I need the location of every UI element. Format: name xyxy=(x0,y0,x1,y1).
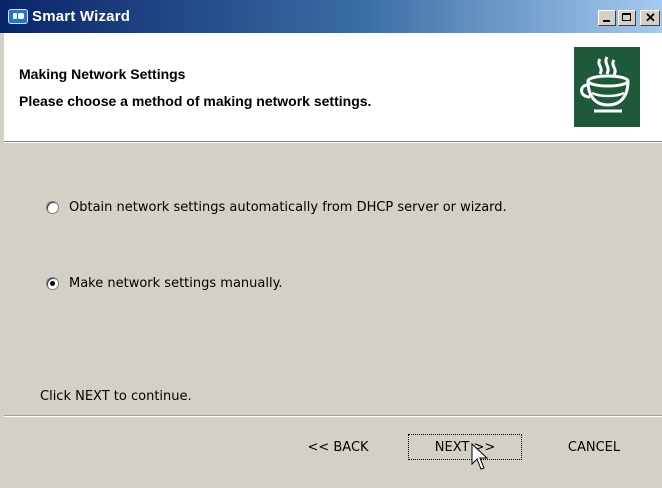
teapot-logo-icon xyxy=(574,47,640,127)
next-button[interactable]: NEXT >> xyxy=(408,434,522,460)
option-dhcp-label[interactable]: Obtain network settings automatically fr… xyxy=(69,200,507,215)
cancel-button[interactable]: CANCEL xyxy=(553,434,635,460)
page-title: Making Network Settings xyxy=(19,66,186,82)
smart-wizard-window: Smart Wizard Making Network Settings Ple… xyxy=(0,0,662,488)
option-manual[interactable]: Make network settings manually. xyxy=(46,276,283,291)
app-icon xyxy=(8,9,28,24)
back-button[interactable]: << BACK xyxy=(296,434,380,460)
close-button[interactable] xyxy=(640,10,660,26)
hint-text: Click NEXT to continue. xyxy=(40,389,192,404)
radio-manual[interactable] xyxy=(46,277,59,290)
title-bar[interactable]: Smart Wizard xyxy=(0,0,662,33)
window-title: Smart Wizard xyxy=(32,8,131,25)
page-subtitle: Please choose a method of making network… xyxy=(19,93,372,109)
option-manual-label[interactable]: Make network settings manually. xyxy=(69,276,283,291)
minimize-button[interactable] xyxy=(598,10,616,26)
option-dhcp[interactable]: Obtain network settings automatically fr… xyxy=(46,200,507,215)
footer-divider-highlight xyxy=(4,416,662,417)
mouse-cursor-icon xyxy=(471,443,489,470)
header-divider xyxy=(4,142,662,143)
radio-dhcp[interactable] xyxy=(46,201,59,214)
wizard-header: Making Network Settings Please choose a … xyxy=(4,33,662,142)
maximize-button[interactable] xyxy=(618,10,636,26)
